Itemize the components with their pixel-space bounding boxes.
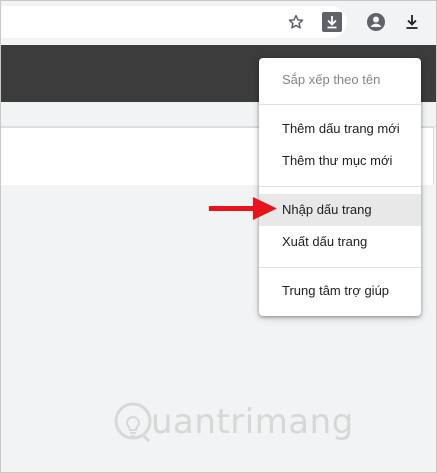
browser-frame: uantrimang Sắp xếp theo tên Thêm dấu tra… xyxy=(0,0,437,473)
download-icon[interactable] xyxy=(401,11,423,33)
download-box-icon[interactable] xyxy=(321,11,343,33)
menu-separator xyxy=(259,104,421,105)
bookmarks-organize-menu: Sắp xếp theo tên Thêm dấu trang mới Thêm… xyxy=(259,58,421,316)
browser-toolbar xyxy=(1,1,436,45)
watermark-logo-icon xyxy=(114,402,152,443)
menu-item-export-bookmarks[interactable]: Xuất dấu trang xyxy=(259,226,421,258)
menu-item-add-folder[interactable]: Thêm thư mục mới xyxy=(259,145,421,177)
account-icon[interactable] xyxy=(365,11,387,33)
red-arrow-annotation-icon xyxy=(209,197,277,220)
menu-separator xyxy=(259,267,421,268)
menu-item-import-bookmarks[interactable]: Nhập dấu trang xyxy=(259,194,421,226)
menu-item-sort-by-name[interactable]: Sắp xếp theo tên xyxy=(259,64,421,96)
watermark-text: uantrimang xyxy=(151,402,354,442)
menu-item-add-bookmark[interactable]: Thêm dấu trang mới xyxy=(259,113,421,145)
star-icon[interactable] xyxy=(285,11,307,33)
menu-item-help-center[interactable]: Trung tâm trợ giúp xyxy=(259,275,421,307)
menu-separator xyxy=(259,186,421,187)
